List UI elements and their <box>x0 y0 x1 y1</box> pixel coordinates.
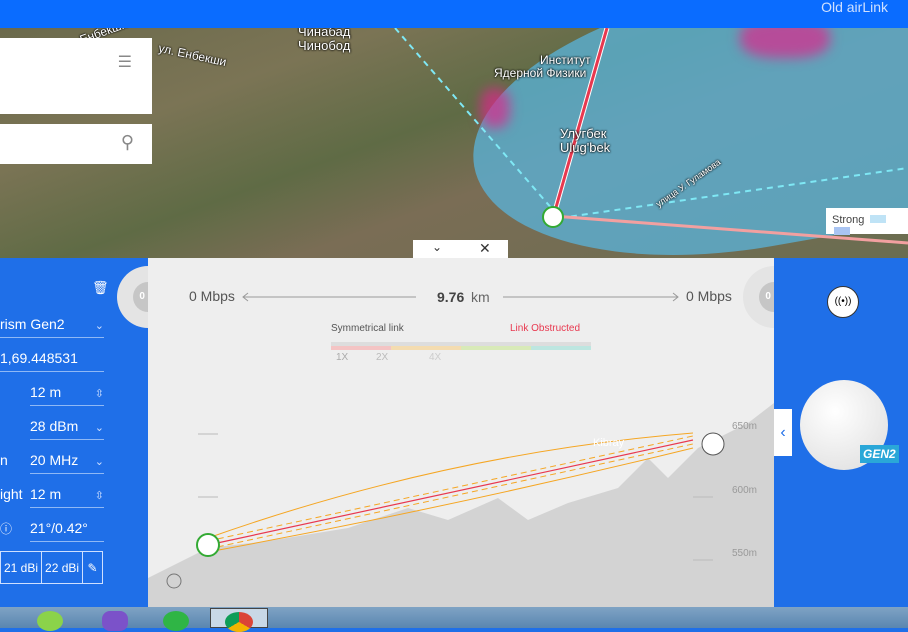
link-profile-panel: 0 Mbps 9.76 km Symmetrical link Link Obs… <box>148 258 774 607</box>
gain-option[interactable]: 21 dBi <box>1 552 43 583</box>
height-value: 12 m <box>30 384 62 400</box>
trash-icon[interactable]: 🗑 <box>92 280 109 296</box>
map-label: Ulug'bek <box>560 140 611 155</box>
coords-field[interactable]: 1,69.448531 <box>0 344 104 372</box>
viber-icon[interactable] <box>102 611 128 631</box>
expand-chevron-icon[interactable]: ‹ <box>774 409 792 456</box>
multiplier-label: 2X <box>376 352 389 363</box>
menu-icon[interactable]: ☰ <box>118 52 132 72</box>
project-panel: ☰ <box>0 38 152 114</box>
map-label: Институт <box>540 53 591 67</box>
elevation-tick: 600m <box>732 485 758 496</box>
gen2-badge: GEN2 <box>860 445 899 463</box>
tilt-value: 21°/0.42° <box>30 520 88 536</box>
width-value: 20 MHz <box>30 452 79 468</box>
info-icon[interactable]: ⓘ <box>0 520 12 537</box>
right-throughput: 0 Mbps <box>686 288 732 304</box>
station-icon[interactable]: ((•)) <box>827 286 859 318</box>
channel-width-select[interactable]: 20 MHz ⌄ <box>30 446 104 474</box>
tilt-field: 21°/0.42° <box>30 514 104 542</box>
chevron-down-icon: ⌄ <box>94 456 104 468</box>
top-bar: Old airLink <box>0 0 908 28</box>
multiplier-label: 1X <box>336 352 349 363</box>
multiplier-label: 4X <box>429 352 442 363</box>
whatsapp-icon[interactable] <box>163 611 189 631</box>
device-select[interactable]: rism Gen2 ⌄ <box>0 310 104 338</box>
chrome-icon <box>225 612 253 632</box>
profile-chart <box>148 292 774 607</box>
height2-stepper[interactable]: 12 m ⇳ <box>30 480 104 508</box>
power-value: 28 dBm <box>30 418 79 434</box>
search-icon[interactable]: ⚲ <box>121 132 134 153</box>
map[interactable]: ул. Енбекши Чинабад Чинобод ул. Енбекши … <box>0 28 908 258</box>
panel-tab: ⌄ ✕ <box>413 240 508 258</box>
collapse-chevron-icon[interactable]: ⌄ <box>432 240 442 254</box>
device-value: rism Gen2 <box>0 316 65 332</box>
old-airlink-link[interactable]: Old airLink <box>821 0 888 15</box>
chrome-taskbar-button[interactable] <box>210 608 268 632</box>
power-select[interactable]: 28 dBm ⌄ <box>30 412 104 440</box>
place-label: Kibray <box>593 437 625 449</box>
chevron-down-icon: ⌄ <box>94 422 104 434</box>
elevation-tick: 550m <box>732 548 758 559</box>
map-label: Ядерной Физики <box>494 66 587 80</box>
stepper-icon[interactable]: ⇳ <box>95 387 104 400</box>
taskbar <box>0 607 908 632</box>
legend-label: Strong <box>832 214 865 226</box>
close-icon[interactable]: ✕ <box>479 240 491 257</box>
coords-value: 1,69.448531 <box>0 350 78 366</box>
antenna-gain-group: 21 dBi 22 dBi ✎ <box>0 551 103 584</box>
map-label: Улугбек <box>560 126 607 141</box>
symmetrical-link-label: Symmetrical link <box>331 323 404 334</box>
elevation-tick: 650m <box>732 421 758 432</box>
height2-label: ight <box>0 486 23 502</box>
height-stepper[interactable]: 12 m ⇳ <box>30 378 104 406</box>
width-label: n <box>0 452 8 468</box>
map-label: Чинобод <box>298 38 351 53</box>
distance-unit: km <box>471 289 490 305</box>
height2-value: 12 m <box>30 486 62 502</box>
distance-value: 9.76 <box>437 289 465 305</box>
chevron-down-icon: ⌄ <box>94 320 104 332</box>
link-status: Link Obstructed <box>510 323 581 334</box>
search-input[interactable]: ⚲ <box>0 124 152 164</box>
signal-legend: Strong <box>826 208 908 235</box>
gain-option[interactable]: 22 dBi <box>42 552 84 583</box>
edit-pencil-icon[interactable]: ✎ <box>83 552 102 583</box>
wechat-icon[interactable] <box>37 611 63 631</box>
device-image-panel: ((•)) ‹ GEN2 <box>774 258 908 607</box>
stepper-icon[interactable]: ⇳ <box>95 489 104 502</box>
